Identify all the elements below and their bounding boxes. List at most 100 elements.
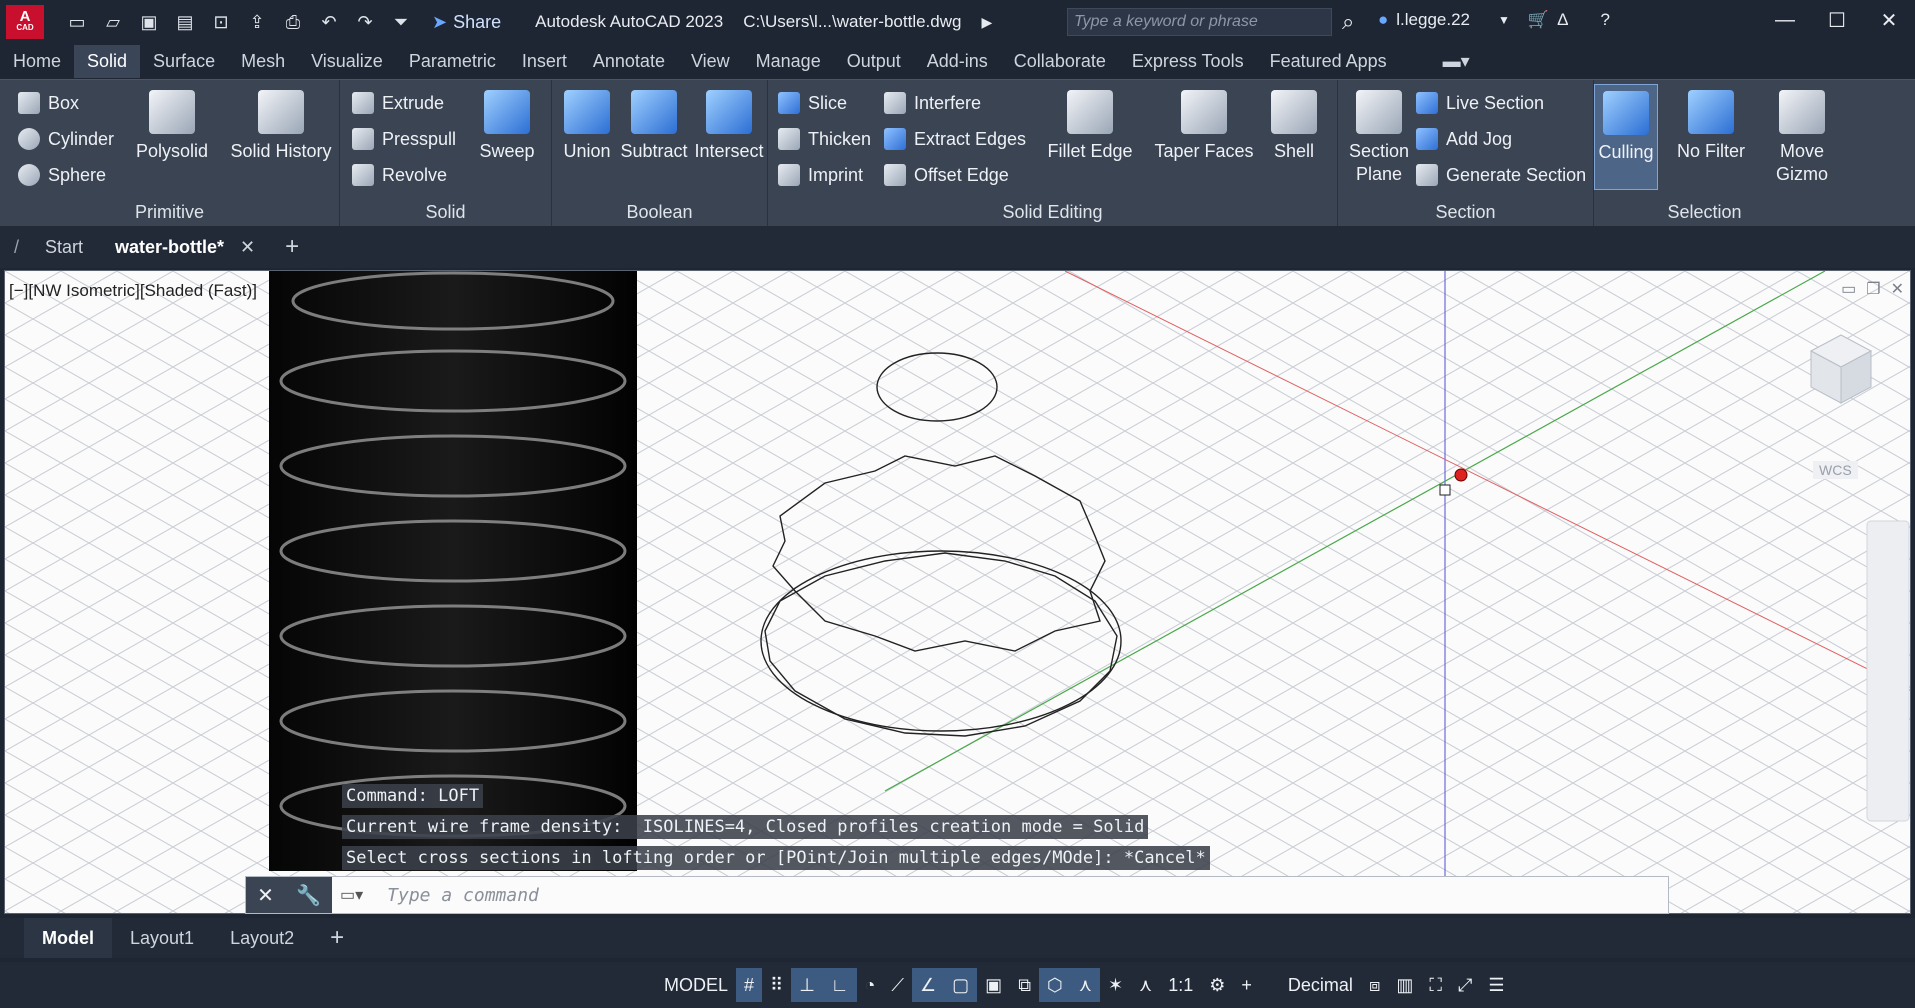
fillet-edge-button[interactable]: Fillet Edge	[1040, 90, 1140, 163]
layout-tab-layout1[interactable]: Layout1	[112, 928, 212, 949]
customization-menu-icon[interactable]: ☰	[1480, 968, 1512, 1002]
move-gizmo-button[interactable]: Move Gizmo	[1764, 90, 1840, 186]
customize-wrench-icon[interactable]: 🔧	[296, 883, 321, 908]
polysolid-button[interactable]: Polysolid	[132, 90, 212, 163]
imprint-button[interactable]: Imprint	[778, 164, 863, 186]
command-line[interactable]: ✕ 🔧 ▭▾ Type a command	[245, 876, 1669, 914]
isodraft-icon[interactable]: ⟋	[883, 968, 912, 1002]
tab-express-tools[interactable]: Express Tools	[1119, 45, 1257, 78]
autodesk-app-icon[interactable]: Δ	[1557, 10, 1568, 30]
tab-mesh[interactable]: Mesh	[228, 45, 298, 78]
grid-icon[interactable]: #	[736, 968, 763, 1002]
add-jog-button[interactable]: Add Jog	[1416, 128, 1512, 150]
tab-collaborate[interactable]: Collaborate	[1001, 45, 1119, 78]
tab-annotate[interactable]: Annotate	[580, 45, 678, 78]
help-icon[interactable]: ?	[1600, 10, 1609, 30]
tab-visualize[interactable]: Visualize	[298, 45, 396, 78]
tab-add-ins[interactable]: Add-ins	[914, 45, 1001, 78]
shell-button[interactable]: Shell	[1262, 90, 1326, 163]
user-account[interactable]: ● l.legge.22 ▼ 🛒 Δ ?	[1378, 10, 1610, 30]
close-tab-icon[interactable]: ✕	[240, 237, 255, 258]
tab-featured-apps[interactable]: Featured Apps	[1257, 45, 1400, 78]
annotation-visibility-icon[interactable]: ⋏	[1070, 968, 1100, 1002]
tab-insert[interactable]: Insert	[509, 45, 580, 78]
plus-icon[interactable]: +	[1233, 968, 1260, 1002]
polar-tracking-icon[interactable]: ◔	[857, 968, 884, 1002]
viewport-label[interactable]: [−][NW Isometric][Shaded (Fast)]	[9, 281, 257, 301]
save-icon[interactable]: ▣	[138, 11, 160, 33]
wcs-label[interactable]: WCS	[1813, 461, 1858, 479]
object-snap-icon[interactable]: ▢	[944, 968, 978, 1002]
transparency-icon[interactable]: ▣	[977, 968, 1010, 1002]
sphere-button[interactable]: Sphere	[18, 164, 106, 186]
plot-icon[interactable]: ⎙	[282, 11, 304, 33]
3d-object-snap-icon[interactable]: ⬡	[1039, 968, 1071, 1002]
units-value[interactable]: Decimal	[1280, 968, 1361, 1002]
maximize-button[interactable]: ☐	[1811, 0, 1863, 40]
new-file-icon[interactable]: ▭	[66, 11, 88, 33]
generate-section-button[interactable]: Generate Section	[1416, 164, 1586, 186]
thicken-button[interactable]: Thicken	[778, 128, 871, 150]
panel-label-section[interactable]: Section	[1338, 202, 1593, 223]
viewport-restore-icon[interactable]: ❐	[1866, 279, 1880, 299]
box-button[interactable]: Box	[18, 92, 79, 114]
workspace-gear-icon[interactable]: ⚙	[1201, 968, 1233, 1002]
tab-output[interactable]: Output	[834, 45, 914, 78]
tab-solid[interactable]: Solid	[74, 45, 141, 78]
command-input[interactable]: Type a command	[387, 885, 539, 906]
cylinder-button[interactable]: Cylinder	[18, 128, 114, 150]
sweep-button[interactable]: Sweep	[470, 90, 544, 163]
subtract-button[interactable]: Subtract	[616, 90, 692, 163]
tab-view[interactable]: View	[678, 45, 743, 78]
snap-icon[interactable]: ⠿	[762, 968, 791, 1002]
tab-manage[interactable]: Manage	[743, 45, 834, 78]
culling-button[interactable]: Culling	[1594, 84, 1658, 190]
app-logo[interactable]: A CAD	[6, 5, 44, 39]
infer-constraints-icon[interactable]: ⊥	[791, 968, 823, 1002]
solid-history-button[interactable]: Solid History	[225, 90, 337, 163]
annotation-scale-value[interactable]: 1:1	[1160, 968, 1201, 1002]
export-icon[interactable]: ⇪	[246, 11, 268, 33]
viewport-minimize-icon[interactable]: ▭	[1841, 279, 1856, 299]
model-space-button[interactable]: MODEL	[656, 968, 736, 1002]
chevron-right-icon[interactable]: ▶	[981, 14, 992, 31]
layout-tab-layout2[interactable]: Layout2	[212, 928, 312, 949]
web-mobile-icon[interactable]: ⊡	[210, 11, 232, 33]
add-layout-icon[interactable]: +	[312, 924, 362, 952]
customize-dropdown-icon[interactable]: ⏷	[390, 11, 412, 33]
fullscreen-icon[interactable]: ⤢	[1450, 968, 1480, 1002]
offset-edge-button[interactable]: Offset Edge	[884, 164, 1009, 186]
tabs-menu-icon[interactable]: /	[0, 237, 29, 258]
command-prompt-icon[interactable]: ▭▾	[340, 885, 363, 905]
ortho-icon[interactable]: ∟	[822, 968, 857, 1002]
presspull-button[interactable]: Presspull	[352, 128, 456, 150]
autoscale-icon[interactable]: ✶	[1100, 968, 1131, 1002]
intersect-button[interactable]: Intersect	[692, 90, 766, 163]
interfere-button[interactable]: Interfere	[884, 92, 981, 114]
lock-ui-icon[interactable]: ▥	[1388, 968, 1421, 1002]
slice-button[interactable]: Slice	[778, 92, 847, 114]
section-plane-button[interactable]: Section Plane	[1342, 90, 1416, 186]
annotation-scale-icon[interactable]: ⋏	[1131, 968, 1160, 1002]
minimize-button[interactable]: —	[1759, 0, 1811, 40]
tab-water-bottle[interactable]: water-bottle*	[99, 237, 240, 258]
live-section-button[interactable]: Live Section	[1416, 92, 1544, 114]
no-filter-button[interactable]: No Filter	[1668, 90, 1754, 163]
ribbon-minimize-icon[interactable]: ▬▾	[1430, 45, 1483, 78]
tab-parametric[interactable]: Parametric	[396, 45, 509, 78]
object-snap-tracking-icon[interactable]: ∠	[912, 968, 945, 1002]
redo-icon[interactable]: ↷	[354, 11, 376, 33]
new-tab-icon[interactable]: +	[285, 233, 299, 261]
revolve-button[interactable]: Revolve	[352, 164, 447, 186]
selection-cycling-icon[interactable]: ⧉	[1010, 968, 1039, 1002]
save-as-icon[interactable]: ▤	[174, 11, 196, 33]
extrude-button[interactable]: Extrude	[352, 92, 444, 114]
tab-start[interactable]: Start	[29, 237, 99, 258]
help-search-input[interactable]: Type a keyword or phrase	[1067, 8, 1332, 36]
close-button[interactable]: ✕	[1863, 0, 1915, 40]
tab-surface[interactable]: Surface	[140, 45, 228, 78]
quick-properties-icon[interactable]: ⧈	[1361, 968, 1388, 1002]
cart-icon[interactable]: 🛒	[1528, 10, 1549, 30]
tab-home[interactable]: Home	[0, 45, 74, 78]
share-button[interactable]: ➤ Share	[432, 12, 501, 33]
